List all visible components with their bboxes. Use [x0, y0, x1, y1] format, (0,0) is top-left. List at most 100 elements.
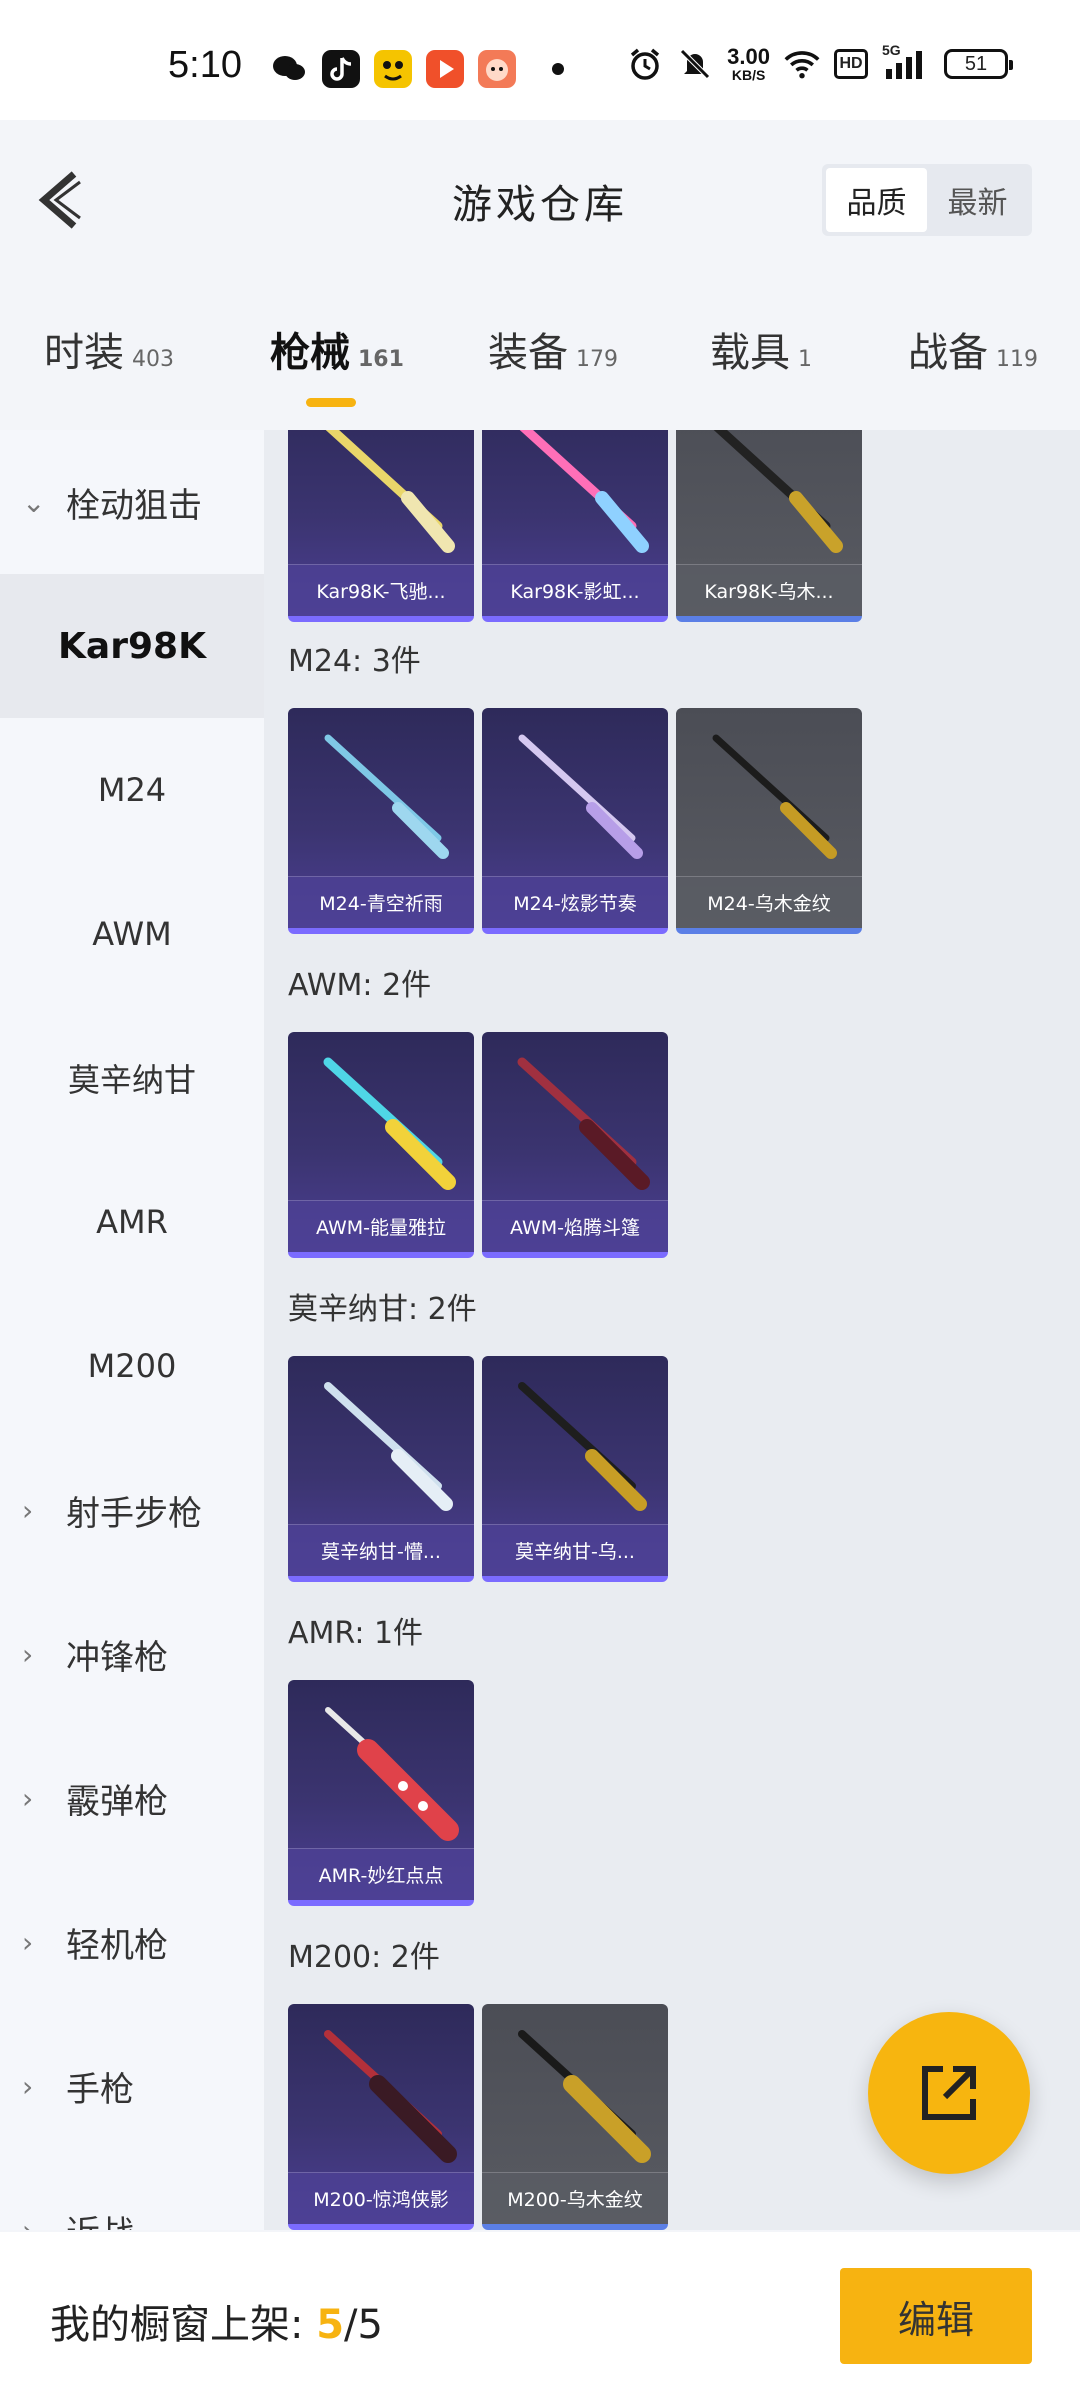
rifle-skin-image: [324, 2030, 457, 2163]
tab-count: 179: [576, 347, 618, 372]
skin-card[interactable]: AWM-能量雅拉: [288, 1032, 474, 1258]
share-icon: [922, 2066, 976, 2120]
rifle-skin-image: [324, 1382, 453, 1511]
sidebar-category-lmg[interactable]: › 轻机枪: [0, 1870, 264, 2014]
sidebar-category-melee[interactable]: › 近战: [0, 2158, 264, 2231]
sidebar-category-label: 手枪: [66, 2069, 134, 2110]
chevron-right-icon: ›: [22, 1637, 34, 1671]
rifle-skin-image: [324, 734, 449, 859]
sidebar-item-awm[interactable]: AWM: [0, 862, 264, 1006]
battery-indicator: 51: [944, 49, 1013, 79]
network-speed-unit: KB/S: [731, 67, 766, 83]
skin-card[interactable]: M200-乌木金纹: [482, 2004, 668, 2230]
rifle-skin-image: [518, 1382, 647, 1511]
share-button[interactable]: [868, 2012, 1030, 2174]
rifle-skin-image: [518, 734, 643, 859]
chevron-right-icon: ›: [22, 2069, 34, 2103]
rifle-skin-image: [323, 1057, 456, 1190]
skin-card[interactable]: 莫辛纳甘-懵...: [288, 1356, 474, 1582]
tab-label: 装备: [488, 330, 568, 376]
sidebar-category-label: 射手步枪: [66, 1493, 202, 1534]
skin-name: M200-乌木金纹: [482, 2172, 668, 2224]
sidebar-item-kar98k[interactable]: Kar98K: [0, 574, 264, 718]
skin-name: M200-惊鸿侠影: [288, 2172, 474, 2224]
mute-icon: [677, 46, 713, 82]
skin-card[interactable]: 莫辛纳甘-乌...: [482, 1356, 668, 1582]
tab-weapons[interactable]: 枪械 161: [270, 320, 404, 378]
tab-label: 载具: [710, 330, 790, 376]
showcase-status: 我的橱窗上架: 5/5: [50, 2292, 383, 2350]
tab-count: 1: [798, 347, 812, 372]
clock: 5:10: [168, 44, 242, 86]
active-tab-indicator: [306, 398, 356, 407]
skin-card[interactable]: Kar98K-飞驰...: [288, 430, 474, 622]
sidebar-category-label: 近战: [66, 2206, 134, 2231]
sidebar-item-m24[interactable]: M24: [0, 718, 264, 862]
sidebar-category-shotgun[interactable]: › 霰弹枪: [0, 1726, 264, 1870]
showcase-bar: 我的橱窗上架: 5/5 编辑: [0, 2232, 1080, 2400]
tab-count: 119: [996, 347, 1038, 372]
tab-fashion[interactable]: 时装 403: [44, 320, 174, 378]
skin-name: M24-炫影节奏: [482, 876, 668, 928]
skin-card[interactable]: M24-青空祈雨: [288, 708, 474, 934]
tab-equipment[interactable]: 装备 179: [488, 320, 618, 378]
skin-name: Kar98K-乌木...: [676, 564, 862, 616]
tab-count: 161: [358, 347, 404, 372]
showcase-count: 5: [316, 2302, 345, 2348]
section-title-m200: M200: 2件: [288, 1940, 440, 1975]
section-title-amr: AMR: 1件: [288, 1616, 424, 1651]
tab-label: 时装: [44, 330, 124, 376]
sidebar-item-mosin[interactable]: 莫辛纳甘: [0, 1006, 264, 1150]
skin-name: M24-乌木金纹: [676, 876, 862, 928]
sidebar-category-bolt-action[interactable]: ⌄ 栓动狙击: [0, 430, 264, 574]
rifle-skin-image: [519, 430, 649, 553]
sidebar-item-amr[interactable]: AMR: [0, 1150, 264, 1294]
rifle-skin-image: [517, 1057, 650, 1190]
sidebar-category-label: 栓动狙击: [66, 485, 202, 526]
section-title-awm: AWM: 2件: [288, 968, 432, 1003]
tab-label: 战备: [908, 330, 988, 376]
tab-vehicles[interactable]: 载具 1: [710, 320, 812, 378]
skin-card[interactable]: AMR-妙红点点: [288, 1680, 474, 1906]
tab-count: 403: [132, 347, 174, 372]
category-tabs: 时装 403 枪械 161 装备 179 载具 1 战备 119: [0, 280, 1080, 430]
skin-card[interactable]: Kar98K-影虹...: [482, 430, 668, 622]
network-speed-value: 3.00: [727, 44, 770, 69]
novel-app-icon: [374, 50, 412, 88]
more-notifications-dot: [552, 63, 564, 75]
sort-option-latest[interactable]: 最新: [927, 168, 1028, 232]
rifle-skin-image: [325, 1707, 459, 1841]
skin-card[interactable]: M24-炫影节奏: [482, 708, 668, 934]
skin-name: AMR-妙红点点: [288, 1848, 474, 1900]
rifle-skin-image: [713, 430, 843, 553]
status-bar: 5:10 3.00 KB/S HD 5G 51: [0, 0, 1080, 120]
sidebar-item-m200[interactable]: M200: [0, 1294, 264, 1438]
skin-name: M24-青空祈雨: [288, 876, 474, 928]
hd-badge: HD: [834, 49, 868, 79]
edit-button[interactable]: 编辑: [840, 2268, 1032, 2364]
system-icons: 3.00 KB/S HD 5G 51: [627, 42, 1013, 83]
skin-card[interactable]: AWM-焰腾斗篷: [482, 1032, 668, 1258]
sort-option-quality[interactable]: 品质: [826, 168, 927, 232]
signal-label: 5G: [882, 42, 901, 58]
tab-gear[interactable]: 战备 119: [908, 320, 1038, 378]
sidebar-category-smg[interactable]: › 冲锋枪: [0, 1582, 264, 1726]
wechat-icon: [270, 50, 308, 88]
sidebar-category-label: 轻机枪: [66, 1925, 168, 1966]
sidebar-category-marksman[interactable]: › 射手步枪: [0, 1438, 264, 1582]
section-title-m24: M24: 3件: [288, 644, 421, 679]
page-header: 游戏仓库 品质 最新: [0, 120, 1080, 280]
rifle-skin-image: [712, 734, 837, 859]
skin-card[interactable]: M24-乌木金纹: [676, 708, 862, 934]
skin-card[interactable]: M200-惊鸿侠影: [288, 2004, 474, 2230]
video-app-icon: [426, 50, 464, 88]
skin-card[interactable]: Kar98K-乌木...: [676, 430, 862, 622]
weapon-sidebar: ⌄ 栓动狙击 Kar98K M24 AWM 莫辛纳甘 AMR M200 › 射手…: [0, 430, 264, 2230]
sidebar-category-pistol[interactable]: › 手枪: [0, 2014, 264, 2158]
alarm-icon: [627, 46, 663, 82]
skin-name: AWM-能量雅拉: [288, 1200, 474, 1252]
skin-name: 莫辛纳甘-乌...: [482, 1524, 668, 1576]
skin-name: Kar98K-飞驰...: [288, 564, 474, 616]
sidebar-category-label: 冲锋枪: [66, 1637, 168, 1678]
rifle-skin-image: [518, 2030, 651, 2163]
